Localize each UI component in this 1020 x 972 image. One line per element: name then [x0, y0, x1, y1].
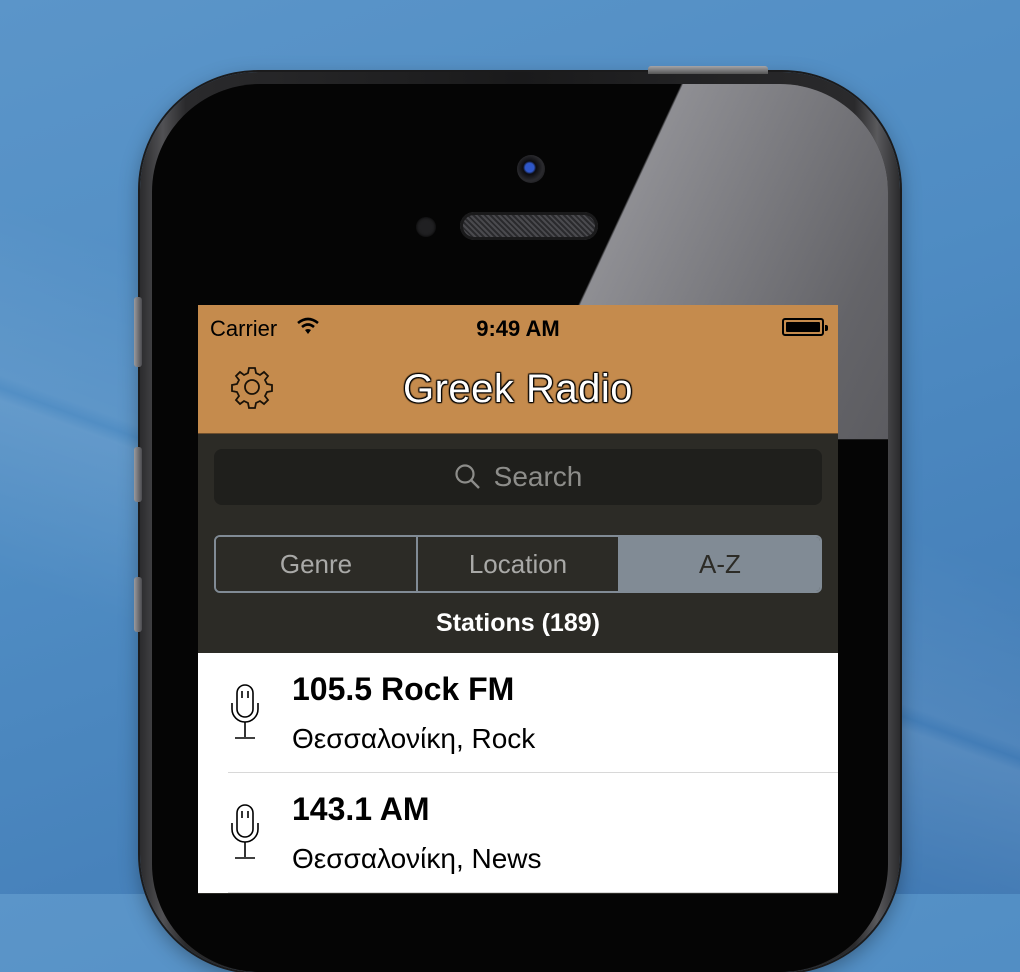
- front-camera: [517, 155, 545, 183]
- app-screen: Carrier 9:49 AM Greek Radio Search Genre…: [198, 305, 838, 894]
- microphone-icon: [231, 684, 259, 739]
- segment-genre[interactable]: Genre: [216, 537, 416, 591]
- page-title: Greek Radio: [402, 367, 634, 411]
- mute-switch: [134, 297, 142, 367]
- volume-up-button: [134, 447, 142, 502]
- search-icon: [455, 464, 480, 489]
- volume-down-button: [134, 577, 142, 632]
- station-subtitle: Θεσσαλονίκη, Rock: [292, 723, 536, 754]
- search-container: Search: [198, 434, 838, 505]
- search-input[interactable]: Search: [214, 449, 822, 505]
- station-subtitle: Θεσσαλονίκη, News: [292, 843, 542, 874]
- station-name: 105.5 Rock FM: [292, 671, 515, 707]
- status-time: 9:49 AM: [476, 316, 560, 341]
- search-placeholder: Search: [493, 461, 583, 492]
- battery-icon: [782, 318, 828, 336]
- station-list: 105.5 Rock FM Θεσσαλονίκη, Rock 143.1 AM…: [198, 653, 838, 893]
- row-divider: [228, 892, 838, 893]
- power-button: [648, 66, 768, 74]
- segment-location[interactable]: Location: [416, 537, 618, 591]
- station-name: 143.1 AM: [292, 791, 430, 827]
- microphone-icon: [231, 804, 259, 859]
- stations-header: Stations (189): [198, 593, 838, 653]
- segment-a-z[interactable]: A-Z: [618, 537, 820, 591]
- station-row[interactable]: 105.5 Rock FM Θεσσαλονίκη, Rock: [198, 653, 838, 773]
- segmented-control: Genre Location A-Z: [214, 535, 822, 593]
- earpiece-speaker: [460, 212, 598, 240]
- station-row[interactable]: 143.1 AM Θεσσαλονίκη, News: [198, 773, 838, 893]
- navigation-bar: Greek Radio: [198, 351, 838, 434]
- status-bar: Carrier 9:49 AM: [198, 305, 838, 351]
- proximity-sensor: [416, 217, 436, 237]
